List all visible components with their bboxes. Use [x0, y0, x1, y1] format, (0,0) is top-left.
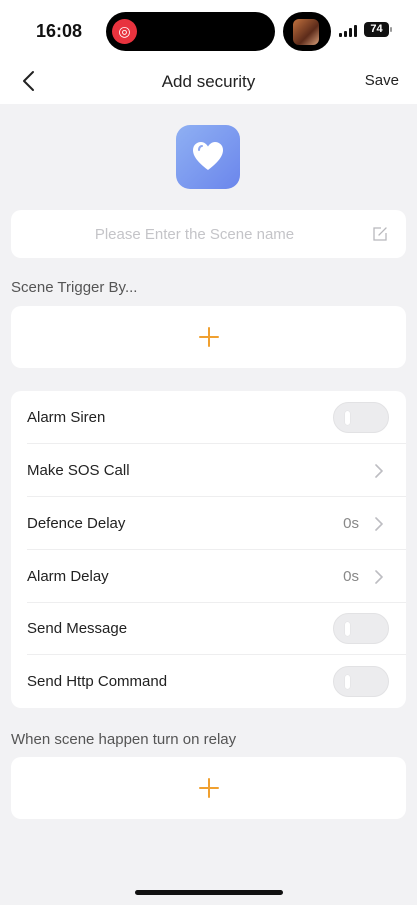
live-activity: [283, 12, 331, 51]
alarm-siren-row: Alarm Siren: [11, 391, 406, 444]
signal-icon: [339, 25, 359, 37]
heart-icon: [193, 142, 223, 170]
defence-delay-label: Defence Delay: [27, 515, 126, 532]
album-art-thumbnail: [293, 19, 319, 45]
chevron-right-icon: [375, 570, 383, 584]
page-title: Add security: [161, 72, 256, 91]
edit-icon[interactable]: [372, 226, 388, 242]
defence-delay-row[interactable]: Defence Delay 0s: [11, 497, 406, 550]
alarm-delay-label: Alarm Delay: [27, 568, 109, 585]
battery-icon: 74: [364, 22, 389, 37]
status-time: 16:08: [36, 21, 83, 41]
scene-trigger-label: Scene Trigger By...: [11, 279, 138, 296]
alarm-delay-row[interactable]: Alarm Delay 0s: [11, 550, 406, 603]
add-relay-button[interactable]: [11, 757, 406, 819]
music-app-icon: ◎: [112, 19, 137, 44]
battery-tip: [390, 27, 392, 32]
add-trigger-button[interactable]: [11, 306, 406, 368]
send-message-row: Send Message: [11, 602, 406, 655]
home-indicator[interactable]: [135, 890, 283, 895]
save-button[interactable]: Save: [365, 72, 399, 89]
alarm-delay-value: 0s: [343, 568, 359, 585]
make-sos-call-row[interactable]: Make SOS Call: [11, 444, 406, 497]
send-message-toggle[interactable]: [333, 613, 389, 644]
alarm-siren-label: Alarm Siren: [27, 409, 106, 426]
alarm-siren-toggle[interactable]: [333, 402, 389, 433]
scene-name-card: [11, 210, 406, 258]
send-http-command-label: Send Http Command: [27, 673, 168, 690]
send-http-command-toggle[interactable]: [333, 666, 389, 697]
chevron-right-icon: [375, 517, 383, 531]
make-sos-call-label: Make SOS Call: [27, 462, 130, 479]
nav-bar: Add security Save: [0, 60, 417, 104]
plus-icon: [199, 327, 219, 347]
dynamic-island: ◎: [106, 12, 275, 51]
settings-list: Alarm Siren Make SOS Call Defence Delay …: [11, 391, 406, 708]
send-message-label: Send Message: [27, 620, 128, 637]
chevron-right-icon: [375, 464, 383, 478]
defence-delay-value: 0s: [343, 515, 359, 532]
plus-icon: [199, 778, 219, 798]
send-http-command-row: Send Http Command: [11, 655, 406, 708]
scene-name-input[interactable]: [27, 210, 362, 258]
scene-icon-picker[interactable]: [176, 125, 240, 189]
relay-label: When scene happen turn on relay: [11, 731, 237, 748]
status-bar: 16:08 ◎ 74: [0, 0, 417, 60]
